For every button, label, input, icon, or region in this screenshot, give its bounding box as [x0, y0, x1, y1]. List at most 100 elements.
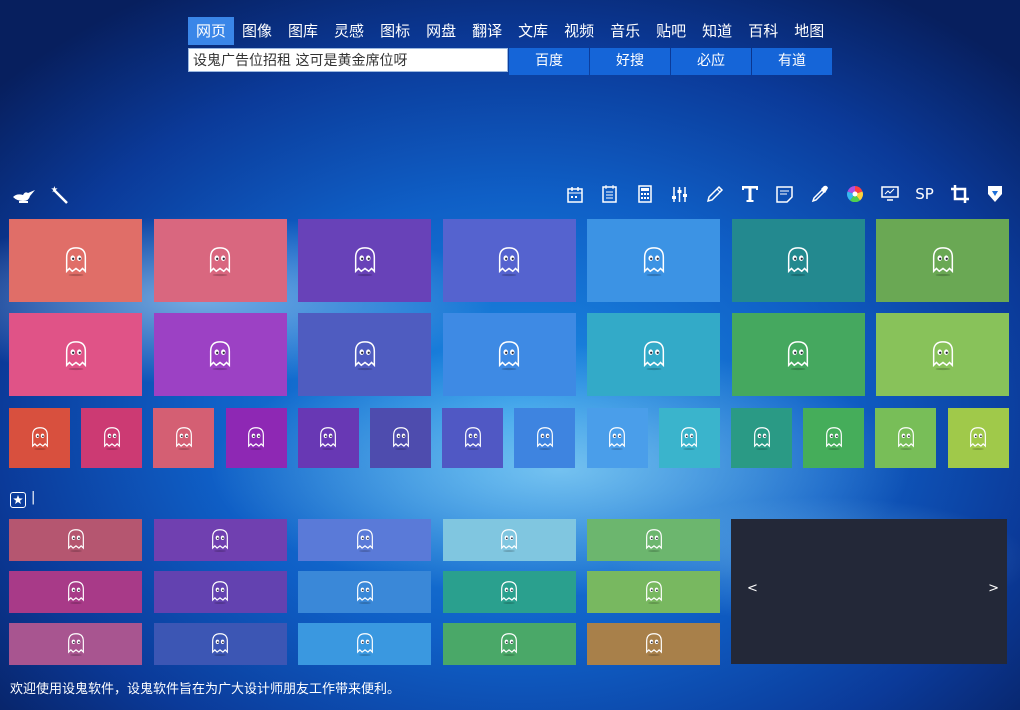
- text-icon[interactable]: [732, 182, 767, 206]
- nav-item[interactable]: 图库: [280, 17, 326, 45]
- favorite-tile[interactable]: [154, 571, 287, 613]
- ghost-icon: [643, 579, 665, 605]
- crop-icon[interactable]: [942, 182, 977, 206]
- small-tile[interactable]: [298, 408, 359, 468]
- large-tile[interactable]: [154, 219, 287, 302]
- eyedropper-icon[interactable]: [802, 182, 837, 206]
- magic-wand-icon[interactable]: [48, 184, 72, 208]
- favorite-tile[interactable]: [587, 519, 720, 561]
- large-tile[interactable]: [298, 219, 431, 302]
- ghost-icon: [206, 339, 234, 371]
- large-tile[interactable]: [876, 313, 1009, 396]
- ghost-icon: [62, 245, 90, 277]
- large-tile[interactable]: [9, 219, 142, 302]
- ghost-icon: [173, 425, 195, 451]
- small-tile[interactable]: [731, 408, 792, 468]
- small-tile[interactable]: [659, 408, 720, 468]
- large-tile[interactable]: [587, 313, 720, 396]
- pencil-icon[interactable]: [697, 182, 732, 206]
- ghost-icon: [209, 631, 231, 657]
- search-engine-button[interactable]: 百度: [509, 48, 589, 75]
- small-tile[interactable]: [226, 408, 287, 468]
- small-tile[interactable]: [370, 408, 431, 468]
- calculator-icon[interactable]: [627, 182, 662, 206]
- star-icon[interactable]: [10, 492, 26, 508]
- small-tile[interactable]: [587, 408, 648, 468]
- small-tile[interactable]: [81, 408, 142, 468]
- nav-item[interactable]: 文库: [510, 17, 556, 45]
- nav-item[interactable]: 视频: [556, 17, 602, 45]
- large-tile[interactable]: [587, 219, 720, 302]
- ghost-icon: [351, 245, 379, 277]
- small-tile[interactable]: [875, 408, 936, 468]
- nav-item[interactable]: 知道: [694, 17, 740, 45]
- favorite-tile[interactable]: [298, 571, 431, 613]
- nav-item[interactable]: 图像: [234, 17, 280, 45]
- small-tile[interactable]: [514, 408, 575, 468]
- equalizer-icon[interactable]: [662, 182, 697, 206]
- small-tile[interactable]: [948, 408, 1009, 468]
- large-tile[interactable]: [732, 313, 865, 396]
- ghost-icon: [678, 425, 700, 451]
- large-tile[interactable]: [732, 219, 865, 302]
- favorite-tile[interactable]: [587, 623, 720, 665]
- nav-item[interactable]: 翻译: [464, 17, 510, 45]
- ghost-icon: [101, 425, 123, 451]
- calendar-icon[interactable]: [557, 182, 592, 206]
- small-tile[interactable]: [153, 408, 214, 468]
- prev-arrow[interactable]: <: [747, 581, 758, 596]
- small-tile[interactable]: [9, 408, 70, 468]
- favorite-tile[interactable]: [443, 519, 576, 561]
- large-tile[interactable]: [9, 313, 142, 396]
- favorites-label: |: [31, 490, 35, 505]
- ghost-icon: [317, 425, 339, 451]
- screen-icon[interactable]: [872, 182, 907, 206]
- nav-item[interactable]: 百科: [740, 17, 786, 45]
- ghost-icon: [498, 579, 520, 605]
- large-tile[interactable]: [443, 219, 576, 302]
- search-engine-button[interactable]: 必应: [671, 48, 751, 75]
- small-tile[interactable]: [442, 408, 503, 468]
- favorite-tile[interactable]: [443, 571, 576, 613]
- ghost-icon: [62, 339, 90, 371]
- nav-item[interactable]: 音乐: [602, 17, 648, 45]
- nav-item[interactable]: 网盘: [418, 17, 464, 45]
- magic-lamp-icon[interactable]: [10, 184, 38, 208]
- small-tile[interactable]: [803, 408, 864, 468]
- nav-item[interactable]: 图标: [372, 17, 418, 45]
- search-input[interactable]: [188, 48, 508, 72]
- ghost-icon: [895, 425, 917, 451]
- nav-item[interactable]: 灵感: [326, 17, 372, 45]
- ghost-icon: [929, 339, 957, 371]
- large-tile[interactable]: [443, 313, 576, 396]
- large-tile[interactable]: [876, 219, 1009, 302]
- ghost-icon: [495, 245, 523, 277]
- color-wheel-icon[interactable]: [837, 182, 872, 206]
- nav-item[interactable]: 贴吧: [648, 17, 694, 45]
- favorite-tile[interactable]: [443, 623, 576, 665]
- favorite-tile[interactable]: [9, 571, 142, 613]
- search-engine-button[interactable]: 好搜: [590, 48, 670, 75]
- favorite-tile[interactable]: [154, 623, 287, 665]
- favorite-tile[interactable]: [298, 519, 431, 561]
- ghost-icon: [498, 631, 520, 657]
- ghost-icon: [65, 631, 87, 657]
- ghost-icon: [784, 245, 812, 277]
- favorite-tile[interactable]: [9, 519, 142, 561]
- favorite-tile[interactable]: [298, 623, 431, 665]
- next-arrow[interactable]: >: [988, 581, 999, 596]
- favorite-tile[interactable]: [587, 571, 720, 613]
- nav-item[interactable]: 地图: [786, 17, 832, 45]
- ghost-icon: [495, 339, 523, 371]
- favorite-tile[interactable]: [9, 623, 142, 665]
- notepad-icon[interactable]: [592, 182, 627, 206]
- download-icon[interactable]: [977, 182, 1012, 206]
- large-tile[interactable]: [298, 313, 431, 396]
- sp-text[interactable]: SP: [907, 182, 942, 206]
- large-tile[interactable]: [154, 313, 287, 396]
- favorite-tile[interactable]: [154, 519, 287, 561]
- note-icon[interactable]: [767, 182, 802, 206]
- nav-item[interactable]: 网页: [188, 17, 234, 45]
- search-engine-button[interactable]: 有道: [752, 48, 832, 75]
- tool-bar: SP: [557, 182, 1012, 206]
